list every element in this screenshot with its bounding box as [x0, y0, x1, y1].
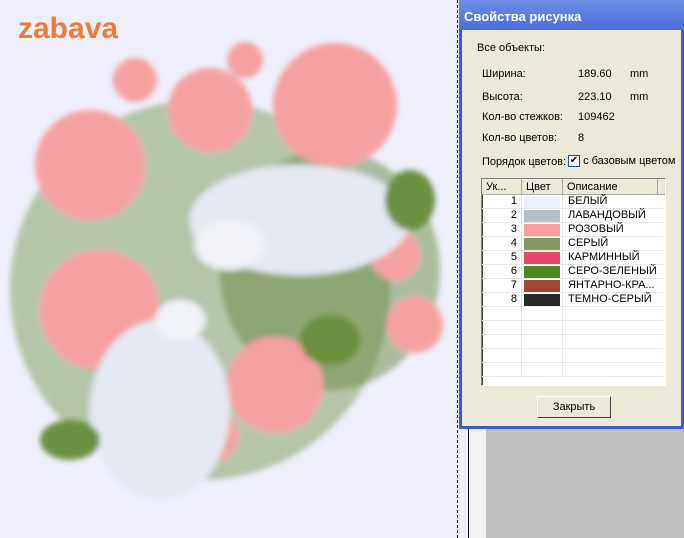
embroidery-design — [10, 42, 443, 500]
close-button[interactable]: Закрыть — [537, 396, 611, 418]
row-index: 7 — [482, 279, 522, 292]
color-list-row[interactable]: 2 ЛАВАНДОВЫЙ — [482, 209, 665, 223]
row-index: 4 — [482, 237, 522, 250]
row-description: КАРМИННЫЙ — [568, 251, 640, 263]
design-canvas[interactable]: zabava — [0, 0, 470, 538]
height-value: 223.10 — [578, 91, 612, 103]
row-description: ЯНТАРНО-КРА... — [568, 279, 655, 291]
row-index: 2 — [482, 209, 522, 222]
column-header-description[interactable]: Описание — [563, 179, 658, 194]
row-index — [482, 349, 522, 362]
color-list-row[interactable]: 5 КАРМИННЫЙ — [482, 251, 665, 265]
row-index — [482, 307, 522, 320]
colors-value: 8 — [578, 132, 585, 144]
base-color-label: с базовым цветом — [583, 155, 676, 167]
row-color-swatch — [522, 363, 563, 376]
row-color-swatch — [522, 223, 563, 236]
color-list-row[interactable]: 3 РОЗОВЫЙ — [482, 223, 665, 237]
row-description — [563, 307, 568, 320]
row-color-swatch — [522, 237, 563, 250]
color-list-row[interactable]: 4 СЕРЫЙ — [482, 237, 665, 251]
color-order-label: Порядок цветов: — [482, 156, 567, 168]
row-description — [563, 335, 568, 348]
row-description — [563, 363, 568, 376]
row-index — [482, 363, 522, 376]
row-index: 3 — [482, 223, 522, 236]
row-color-swatch — [522, 279, 563, 292]
height-label: Высота: — [482, 91, 523, 103]
color-list-row[interactable] — [482, 363, 665, 377]
row-color-swatch — [522, 265, 563, 278]
row-description: СЕРЫЙ — [568, 237, 609, 249]
color-list-row[interactable]: 7 ЯНТАРНО-КРА... — [482, 279, 665, 293]
color-list-row[interactable]: 8 ТЕМНО-СЕРЫЙ — [482, 293, 665, 307]
row-color-swatch — [522, 307, 563, 320]
row-color-swatch — [522, 251, 563, 264]
row-description: ЛАВАНДОВЫЙ — [568, 209, 646, 221]
picture-properties-dialog: Свойства рисунка Все объекты: Ширина: 18… — [459, 0, 684, 429]
color-list-row[interactable]: 6 СЕРО-ЗЕЛЕНЫЙ — [482, 265, 665, 279]
color-list-row[interactable] — [482, 321, 665, 335]
row-color-swatch — [522, 321, 563, 334]
column-header-index[interactable]: Ук... — [482, 179, 522, 194]
checkmark-icon[interactable]: ✔ — [568, 155, 580, 168]
width-label: Ширина: — [482, 68, 526, 80]
row-description: СЕРО-ЗЕЛЕНЫЙ — [568, 265, 657, 277]
stitches-value: 109462 — [578, 111, 615, 123]
color-list[interactable]: Ук... Цвет Описание 1 БЕЛЫЙ 2 ЛАВАНДОВЫЙ 3 РО… — [481, 178, 666, 386]
color-list-header: Ук... Цвет Описание — [482, 179, 665, 195]
row-description — [563, 349, 568, 362]
row-color-swatch — [522, 293, 563, 306]
height-unit: mm — [630, 91, 649, 103]
color-list-row[interactable] — [482, 349, 665, 363]
colors-label: Кол-во цветов: — [482, 132, 557, 144]
stitches-label: Кол-во стежков: — [482, 111, 563, 123]
color-list-row[interactable] — [482, 307, 665, 321]
logo-text: zabava — [18, 12, 119, 45]
row-description: БЕЛЫЙ — [568, 195, 608, 207]
row-index: 1 — [482, 195, 522, 208]
row-description: ТЕМНО-СЕРЫЙ — [568, 293, 652, 305]
column-header-color[interactable]: Цвет — [522, 179, 563, 194]
row-index — [482, 321, 522, 334]
hoop-boundary — [457, 0, 458, 538]
width-unit: mm — [630, 68, 649, 80]
row-index: 8 — [482, 293, 522, 306]
row-color-swatch — [522, 349, 563, 362]
row-description: РОЗОВЫЙ — [568, 223, 624, 235]
row-color-swatch — [522, 335, 563, 348]
row-color-swatch — [522, 209, 563, 222]
row-description — [563, 321, 568, 334]
color-list-row[interactable]: 1 БЕЛЫЙ — [482, 195, 665, 209]
row-color-swatch — [522, 195, 563, 208]
all-objects-label: Все объекты: — [477, 42, 545, 54]
row-index: 5 — [482, 251, 522, 264]
color-list-row[interactable] — [482, 335, 665, 349]
base-color-checkbox[interactable]: ✔ с базовым цветом — [568, 155, 676, 168]
row-index: 6 — [482, 265, 522, 278]
dialog-title: Свойства рисунка — [459, 0, 684, 30]
width-value: 189.60 — [578, 68, 612, 80]
row-index — [482, 335, 522, 348]
